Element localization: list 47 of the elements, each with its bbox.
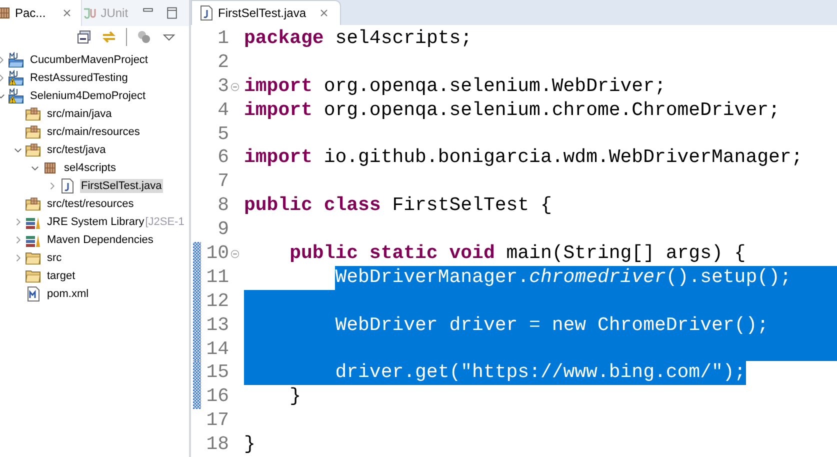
- code-line: import org.openqa.selenium.WebDriver;: [244, 74, 666, 99]
- tree-item[interactable]: JRE System Library: [46, 215, 146, 229]
- tree-item[interactable]: Selenium4DemoProject: [29, 89, 147, 103]
- tree-item[interactable]: src/test/java: [46, 143, 107, 157]
- tree-item[interactable]: RestAssuredTesting: [29, 71, 129, 85]
- code-line: import io.github.bonigarcia.wdm.WebDriverManager;: [244, 146, 803, 170]
- tree-item[interactable]: pom.xml: [46, 287, 90, 301]
- code-line: }: [288, 385, 302, 410]
- fold-minus-icon[interactable]: [230, 248, 240, 259]
- code-line: driver.get("https://www.bing.com/");: [334, 361, 746, 386]
- editor-tab[interactable]: FirstSelTest.java: [191, 0, 342, 25]
- code-line: package sel4scripts;: [244, 26, 472, 51]
- close-icon[interactable]: [60, 7, 73, 19]
- view-tab[interactable]: Pac...: [0, 0, 82, 26]
- code-line: WebDriverManager.chromedriver().setup();: [335, 266, 792, 290]
- folder-icon: [25, 268, 41, 284]
- tree-item[interactable]: src/test/resources: [46, 197, 135, 211]
- tree-item[interactable]: CucumberMavenProject: [29, 53, 149, 67]
- tree-item[interactable]: src: [46, 251, 63, 265]
- code-line: WebDriver driver = new ChromeDriver();: [334, 314, 769, 338]
- maximize-icon[interactable]: [165, 6, 179, 20]
- tree-item[interactable]: FirstSelTest.java: [80, 179, 163, 193]
- java-file-icon: [198, 4, 214, 21]
- project-folder-icon: [8, 52, 24, 68]
- package-icon: [42, 160, 58, 176]
- xml-file-icon: [25, 286, 41, 302]
- code-line: import org.openqa.selenium.chrome.ChromeDriver;: [244, 98, 780, 123]
- source-folder-icon: [25, 142, 41, 158]
- code-line: public static void main(String[] args) {: [288, 242, 746, 266]
- code-line: public class FirstSelTest {: [244, 194, 552, 218]
- folder-icon: [25, 250, 41, 266]
- link-arrows-icon[interactable]: [101, 29, 117, 45]
- tree-item[interactable]: Maven Dependencies: [46, 233, 154, 247]
- source-folder-icon: [25, 124, 41, 140]
- fold-minus-icon[interactable]: [230, 82, 240, 92]
- code-line: }: [244, 433, 256, 457]
- tree-item[interactable]: sel4scripts: [63, 161, 117, 175]
- tree-item[interactable]: src/main/java: [46, 107, 113, 121]
- package-icon: [0, 5, 12, 21]
- close-icon[interactable]: [318, 6, 330, 19]
- source-folder-icon: [25, 196, 41, 212]
- tree-item[interactable]: src/main/resources: [46, 125, 141, 139]
- source-folder-icon: [25, 106, 41, 122]
- tree-item[interactable]: target: [46, 269, 76, 283]
- collapse-all-icon[interactable]: [76, 29, 92, 45]
- tree-item-decoration: [J2SE-1: [145, 216, 184, 228]
- java-file-icon: [59, 178, 75, 194]
